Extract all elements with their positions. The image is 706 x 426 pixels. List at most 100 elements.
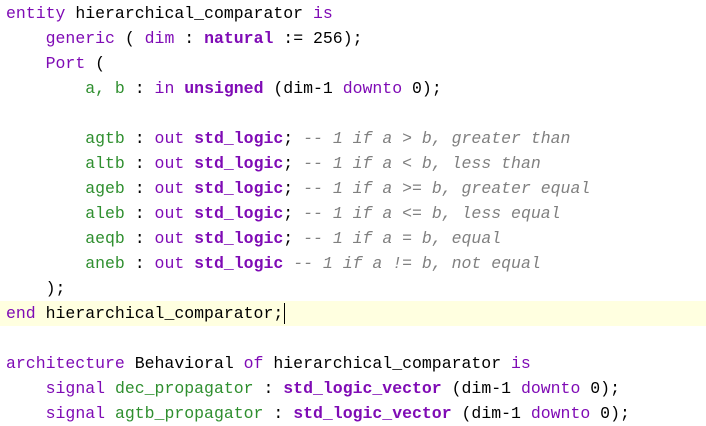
code-token-plain: ;	[283, 179, 304, 198]
code-token-comment: -- 1 if a >= b, greater equal	[303, 179, 591, 198]
code-token-plain: :	[124, 254, 155, 273]
code-token-kw: end	[6, 304, 36, 323]
code-token-type: std_logic	[194, 129, 284, 148]
code-token-plain: :	[124, 229, 155, 248]
code-token-type: std_logic	[194, 179, 284, 198]
code-token-comment: -- 1 if a != b, not equal	[293, 254, 541, 273]
code-token-kw: downto	[342, 79, 403, 98]
code-line[interactable]: architecture Behavioral of hierarchical_…	[0, 351, 706, 376]
code-token-port: altb	[85, 154, 125, 173]
code-line[interactable]: aleb : out std_logic; -- 1 if a <= b, le…	[0, 201, 706, 226]
code-token-type: std_logic	[194, 254, 284, 273]
code-token-kw: generic	[45, 29, 115, 48]
code-token-comment: -- 1 if a > b, greater than	[303, 129, 571, 148]
code-token-plain: (dim-1	[263, 79, 343, 98]
code-token-kw: downto	[530, 404, 591, 423]
code-token-plain: :	[124, 154, 155, 173]
code-token-comment: -- 1 if a <= b, less equal	[303, 204, 561, 223]
code-editor[interactable]: entity hierarchical_comparator is generi…	[0, 0, 706, 426]
code-token-comment: -- 1 if a = b, equal	[303, 229, 502, 248]
code-line[interactable]: );	[0, 276, 706, 301]
code-token-plain: Behavioral	[124, 354, 244, 373]
code-token-kw: architecture	[6, 354, 125, 373]
code-line[interactable]	[0, 101, 706, 126]
code-token-kw: out	[154, 179, 185, 198]
code-token-plain: 0);	[580, 379, 620, 398]
code-token-plain: :	[124, 79, 155, 98]
code-token-plain: :	[124, 129, 155, 148]
code-token-port: ageb	[85, 179, 125, 198]
code-token-type: std_logic_vector	[293, 404, 452, 423]
code-token-kw: in	[154, 79, 175, 98]
code-token-type: std_logic_vector	[283, 379, 442, 398]
code-line[interactable]: ageb : out std_logic; -- 1 if a >= b, gr…	[0, 176, 706, 201]
code-token-plain: 0);	[590, 404, 630, 423]
code-token-plain: ;	[283, 154, 304, 173]
code-token-kw: out	[154, 204, 185, 223]
code-token-plain: (dim-1	[451, 404, 531, 423]
code-line[interactable]: altb : out std_logic; -- 1 if a < b, les…	[0, 151, 706, 176]
code-token-port: aleb	[85, 204, 125, 223]
code-token-plain: :	[124, 204, 155, 223]
code-token-type: std_logic	[194, 229, 284, 248]
code-token-kw: dim	[144, 29, 175, 48]
code-token-kw: signal	[45, 404, 106, 423]
code-line[interactable]	[0, 326, 706, 351]
code-token-type: unsigned	[184, 79, 264, 98]
code-token-kw: out	[154, 229, 185, 248]
code-line[interactable]: signal dec_propagator : std_logic_vector…	[0, 376, 706, 401]
code-line[interactable]: aneb : out std_logic -- 1 if a != b, not…	[0, 251, 706, 276]
code-line[interactable]: agtb : out std_logic; -- 1 if a > b, gre…	[0, 126, 706, 151]
code-line[interactable]: signal agtb_propagator : std_logic_vecto…	[0, 401, 706, 426]
code-line[interactable]: aeqb : out std_logic; -- 1 if a = b, equ…	[0, 226, 706, 251]
code-token-port: agtb_propagator	[114, 404, 264, 423]
code-line[interactable]: generic ( dim : natural := 256);	[0, 26, 706, 51]
code-token-kw: downto	[520, 379, 581, 398]
code-line[interactable]: Port (	[0, 51, 706, 76]
code-token-kw: signal	[45, 379, 106, 398]
code-token-plain: hierarchical_comparator	[263, 354, 512, 373]
code-token-plain: ;	[283, 229, 304, 248]
code-line[interactable]: entity hierarchical_comparator is	[0, 1, 706, 26]
code-token-plain: :	[174, 29, 205, 48]
code-token-plain: := 256);	[273, 29, 363, 48]
code-token-kw: of	[243, 354, 264, 373]
code-line[interactable]: a, b : in unsigned (dim-1 downto 0);	[0, 76, 706, 101]
code-token-kw: is	[312, 4, 333, 23]
code-token-plain: ;	[283, 129, 304, 148]
code-token-plain: 0);	[402, 79, 442, 98]
code-token-kw: out	[154, 154, 185, 173]
code-line-current[interactable]: end hierarchical_comparator;	[0, 301, 706, 326]
code-token-plain: hierarchical_comparator	[65, 4, 313, 23]
code-token-plain: (	[114, 29, 145, 48]
code-token-plain: (dim-1	[441, 379, 521, 398]
text-cursor	[284, 303, 286, 325]
code-token-port: aneb	[85, 254, 125, 273]
code-token-plain: :	[253, 379, 284, 398]
code-token-type: std_logic	[194, 154, 284, 173]
code-token-kw: entity	[6, 4, 66, 23]
code-token-port: agtb	[85, 129, 125, 148]
code-token-type: natural	[204, 29, 274, 48]
code-token-plain: :	[263, 404, 294, 423]
code-token-plain: );	[6, 279, 66, 298]
